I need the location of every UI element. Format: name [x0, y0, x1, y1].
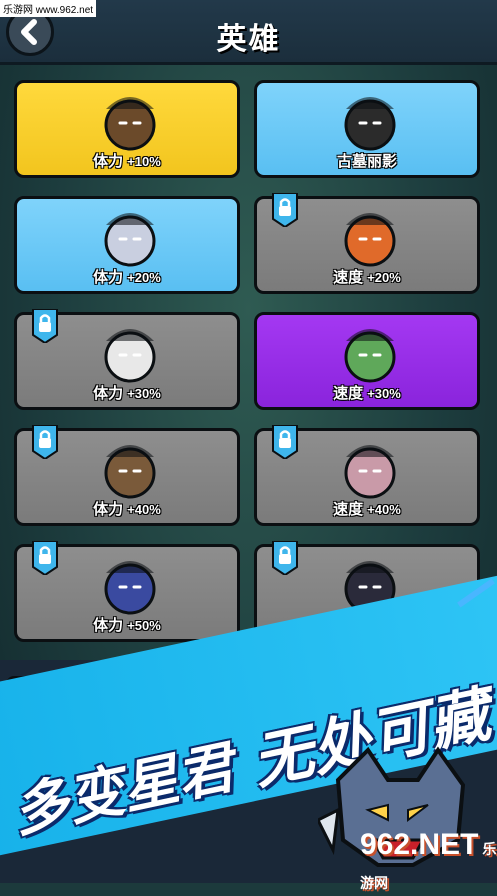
hero-stat-name: 速度 — [333, 501, 364, 518]
hero-stat-value: +40% — [367, 502, 401, 517]
watermark-text: 乐游网 www.962.net — [0, 0, 97, 17]
eagle-hero-icon — [104, 329, 156, 383]
hero-card[interactable]: 体力 +40% — [14, 425, 240, 526]
hero-stat-value: +50% — [127, 618, 161, 633]
granny-hero-icon — [344, 445, 396, 499]
hero-card[interactable]: 体力 +10% — [14, 80, 240, 178]
silver-ninja-hero-icon — [104, 213, 156, 267]
viking-hero-icon — [104, 445, 156, 499]
hero-card-label: 体力 +10% — [17, 150, 237, 171]
hero-stat-name: 体力 — [93, 385, 124, 402]
hero-stat-value: +40% — [127, 502, 161, 517]
hero-stat-value: +30% — [367, 386, 401, 401]
hero-stat-value: +10% — [127, 154, 161, 169]
hero-stat-name: 体力 — [93, 153, 124, 170]
hero-stat-name: 速度 — [333, 269, 364, 286]
hero-card-label: 体力 +30% — [17, 382, 237, 403]
hero-card-label: 体力 +20% — [17, 266, 237, 287]
hero-card[interactable]: 体力 +30% — [14, 309, 240, 410]
hero-card-label: 体力 +40% — [17, 498, 237, 519]
kid-hero-icon — [104, 561, 156, 615]
witch-cat-hero-icon — [104, 97, 156, 151]
hero-stat-name: 速度 — [333, 385, 364, 402]
site-logo: 962.NET 乐游网 — [360, 828, 497, 896]
lock-icon — [32, 425, 58, 459]
logo-main: 962.NET — [360, 828, 479, 861]
hero-stat-name: 体力 — [93, 269, 124, 286]
hero-stat-value: +20% — [367, 270, 401, 285]
lock-icon — [272, 541, 298, 575]
hero-stat-value: +20% — [127, 270, 161, 285]
hero-card-label: 体力 +50% — [17, 614, 237, 635]
hero-card[interactable]: 古墓丽影 — [254, 80, 480, 178]
hero-card[interactable]: 速度 +30% — [254, 312, 480, 410]
hero-stat-name: 体力 — [93, 501, 124, 518]
lock-icon — [272, 425, 298, 459]
hero-card-label: 古墓丽影 — [257, 150, 477, 171]
lock-icon — [32, 541, 58, 575]
lock-icon — [32, 309, 58, 343]
rabbit-hero-icon — [344, 329, 396, 383]
hero-card[interactable]: 速度 +40% — [254, 425, 480, 526]
hero-card-label: 速度 +40% — [257, 498, 477, 519]
lock-icon — [272, 193, 298, 227]
hero-stat-value: +30% — [127, 386, 161, 401]
hero-card-label: 速度 +30% — [257, 382, 477, 403]
ninja-girl-hero-icon — [344, 97, 396, 151]
hero-stat-name: 古墓丽影 — [336, 153, 397, 170]
crab-hero-icon — [344, 213, 396, 267]
hero-card[interactable]: 体力 +50% — [14, 541, 240, 642]
hero-stat-name: 体力 — [93, 617, 124, 634]
hero-card[interactable]: 体力 +20% — [14, 196, 240, 294]
hero-card-label: 速度 +20% — [257, 266, 477, 287]
page-title: 英雄 — [216, 23, 281, 56]
hero-card[interactable]: 速度 +20% — [254, 193, 480, 294]
